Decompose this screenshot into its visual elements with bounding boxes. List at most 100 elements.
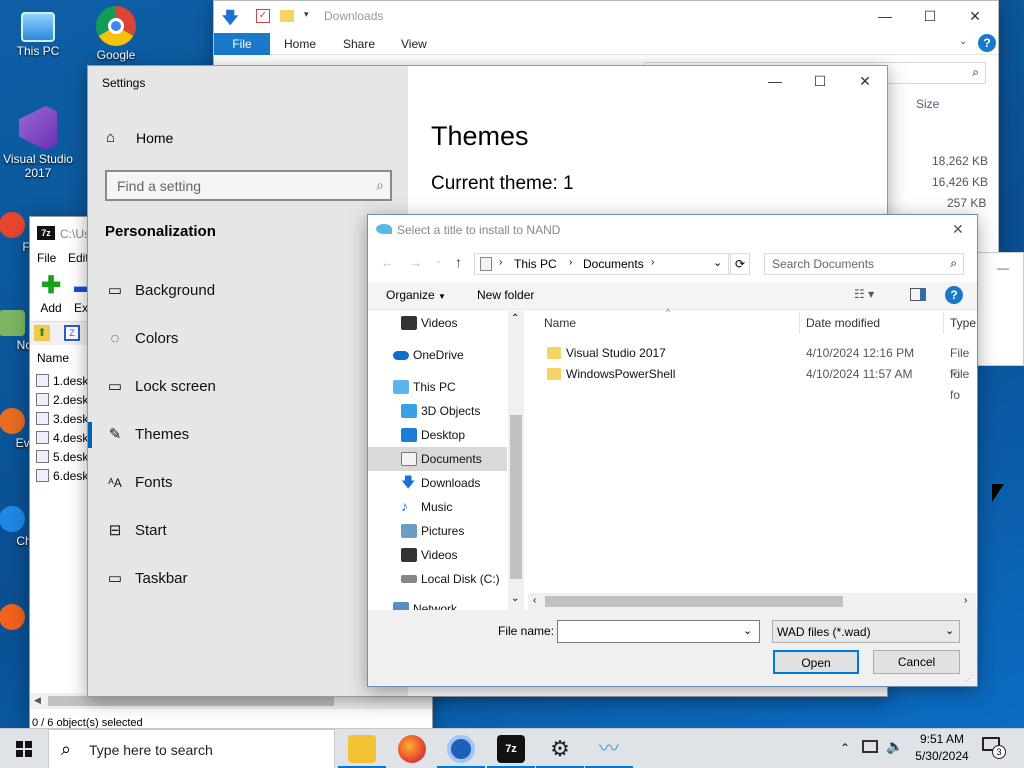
nav-item-fonts[interactable]: ᴬA Fonts (88, 459, 408, 507)
maximize-button[interactable]: ☐ (797, 66, 843, 96)
tree-item-downloads[interactable]: 🡇 Downloads (368, 471, 507, 495)
notification-badge: 3 (992, 745, 1006, 759)
properties-icon[interactable]: ✓ (256, 9, 270, 23)
close-button[interactable]: ✕ (952, 221, 964, 238)
nav-item-start[interactable]: ⊟ Start (88, 507, 408, 555)
scroll-up-icon[interactable]: ⌃ (511, 313, 519, 324)
chevron-down-icon[interactable]: ⌄ (959, 36, 967, 47)
view-options-icon[interactable]: ☷ ▾ (854, 287, 874, 301)
settings-search-input[interactable]: Find a setting ⌕ (105, 170, 392, 201)
volume-muted-icon[interactable]: 🔈 (886, 738, 903, 755)
add-button[interactable]: ✚ Add (36, 274, 66, 316)
tab-share[interactable]: Share (343, 33, 375, 55)
nav-item-background[interactable]: ▭ Background (88, 267, 408, 315)
breadcrumb-item[interactable]: This PC (514, 257, 557, 271)
tree-item-local-disk[interactable]: Local Disk (C:) (368, 567, 507, 591)
open-button[interactable]: Open (773, 650, 859, 674)
filename-input[interactable]: ⌄ (557, 620, 760, 643)
preview-pane-icon[interactable] (910, 288, 926, 301)
home-link[interactable]: ⌂ Home (88, 124, 408, 152)
themes-icon: ✎ (108, 426, 122, 443)
menu-edit[interactable]: Edit (68, 251, 89, 265)
tree-item-this-pc[interactable]: This PC (368, 375, 507, 399)
tab-file[interactable]: File (214, 33, 270, 55)
up-folder-icon[interactable]: ⬆ (34, 325, 50, 341)
tree-item-desktop[interactable]: Desktop (368, 423, 507, 447)
cancel-button[interactable]: Cancel (873, 650, 960, 674)
scroll-left-icon[interactable]: ‹ (533, 595, 536, 606)
tree-item-pictures[interactable]: Pictures (368, 519, 507, 543)
desktop-icon-chrome[interactable]: Google (78, 6, 154, 62)
desktop-icon-visual-studio[interactable]: Visual Studio 2017 (0, 106, 76, 180)
chevron-down-icon[interactable]: ⌄ (713, 256, 722, 269)
nav-item-themes[interactable]: ✎ Themes (88, 411, 408, 459)
chevron-down-icon[interactable]: ⌄ (743, 624, 752, 637)
tree-item-3d-objects[interactable]: 3D Objects (368, 399, 507, 423)
tree-item-documents[interactable]: Documents (368, 447, 507, 471)
tree-item-network[interactable]: Network (368, 597, 507, 611)
scroll-right-icon[interactable]: › (964, 595, 967, 606)
column-header-size[interactable]: Size (916, 97, 939, 111)
column-header-name[interactable]: Name (37, 351, 69, 365)
clock[interactable]: 9:51 AM 5/30/2024 (910, 731, 974, 765)
nav-label: Colors (135, 330, 179, 347)
tree-item-onedrive[interactable]: OneDrive (368, 343, 507, 367)
column-header-type[interactable]: Type (950, 316, 976, 330)
chevron-up-icon[interactable]: ⌃ (840, 741, 850, 755)
network-icon[interactable] (862, 740, 878, 753)
search-documents-input[interactable]: Search Documents ⌕ (764, 253, 964, 275)
organize-button[interactable]: Organize ▼ (386, 288, 446, 302)
dropdown-icon[interactable]: ▾ (304, 9, 309, 20)
column-header-date-modified[interactable]: Date modified (806, 316, 880, 330)
tab-home[interactable]: Home (284, 33, 316, 55)
tab-view[interactable]: View (401, 33, 427, 55)
minimize-button[interactable]: — (997, 261, 1009, 275)
file-type-select[interactable]: WAD files (*.wad) ⌄ (772, 620, 960, 643)
scroll-left-icon[interactable]: ◀ (34, 695, 41, 706)
tree-item-videos[interactable]: Videos (368, 543, 507, 567)
minimize-button[interactable]: — (862, 1, 908, 31)
tree-item-music[interactable]: ♪ Music (368, 495, 507, 519)
scroll-down-icon[interactable]: ⌄ (511, 593, 519, 604)
scrollbar-thumb[interactable] (48, 696, 334, 706)
notification-button[interactable]: 3 (982, 737, 1006, 759)
refresh-button[interactable]: ⟳ (730, 253, 750, 275)
tree-scrollbar[interactable]: ⌃ ⌄ (508, 311, 524, 611)
minimize-button[interactable]: — (752, 66, 798, 96)
nav-item-colors[interactable]: ◌ Colors (88, 315, 408, 363)
settings-taskbar-icon[interactable]: ⚙ (546, 735, 574, 763)
dolphin-taskbar-icon[interactable]: 〰 (595, 735, 623, 763)
file-row[interactable]: Visual Studio 2017 4/10/2024 12:16 PM Fi… (537, 343, 978, 381)
close-button[interactable]: ✕ (952, 1, 998, 31)
file-explorer-taskbar-icon[interactable] (348, 735, 376, 763)
tree-item-videos[interactable]: Videos (368, 311, 507, 335)
taskbar-search-box[interactable]: ⌕ Type here to search (48, 729, 335, 768)
column-header-name[interactable]: Name (544, 316, 576, 330)
7zip-taskbar-icon[interactable]: 7z (497, 735, 525, 763)
command-bar: Organize ▼ New folder ☷ ▾ ? (368, 282, 977, 310)
forward-arrow-icon[interactable]: → (409, 255, 422, 270)
back-arrow-icon[interactable]: ← (381, 255, 394, 270)
resize-grip-icon[interactable]: ⋰ (965, 674, 973, 683)
chrome-taskbar-icon[interactable] (447, 735, 475, 763)
desktop-icon-this-pc[interactable]: This PC (0, 8, 76, 58)
up-arrow-icon[interactable]: ↑ (455, 254, 462, 270)
help-icon[interactable]: ? (978, 34, 996, 52)
new-folder-button[interactable]: New folder (477, 288, 534, 302)
breadcrumb-item[interactable]: Documents (583, 257, 644, 271)
breadcrumb[interactable]: › This PC › Documents › ⌄ (474, 253, 729, 275)
recent-dropdown-icon[interactable]: ⌄ (435, 256, 442, 265)
scrollbar-thumb[interactable] (545, 596, 843, 607)
desktop-icon-label: This PC (16, 44, 60, 58)
file-row[interactable]: WindowsPowerShell 4/10/2024 11:57 AM Fil… (537, 364, 978, 402)
close-button[interactable]: ✕ (842, 66, 888, 96)
menu-file[interactable]: File (37, 251, 56, 265)
firefox-taskbar-icon[interactable] (398, 735, 426, 763)
nav-item-lock-screen[interactable]: ▭ Lock screen (88, 363, 408, 411)
start-button[interactable] (0, 729, 48, 768)
scrollbar-thumb[interactable] (510, 415, 522, 579)
nav-item-taskbar[interactable]: ▭ Taskbar (88, 555, 408, 603)
help-icon[interactable]: ? (945, 286, 963, 304)
maximize-button[interactable]: ☐ (907, 1, 953, 31)
file-list-scrollbar[interactable]: ‹ › (528, 593, 976, 610)
